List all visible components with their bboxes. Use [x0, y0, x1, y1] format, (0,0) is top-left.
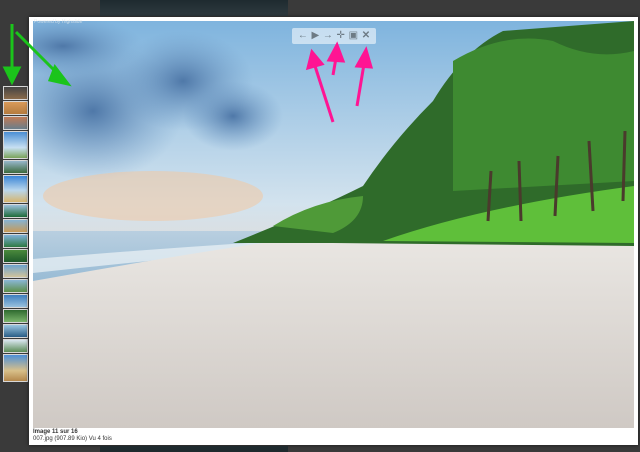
- green-arrow-head: [47, 63, 72, 87]
- green-arrow-head: [2, 66, 22, 86]
- pink-arrow-head: [305, 48, 325, 71]
- annotation-arrows: [2, 24, 374, 123]
- pink-arrow-head: [354, 46, 374, 69]
- pink-arrow-head: [326, 41, 346, 63]
- pink-arrow: [313, 65, 335, 123]
- pink-arrow: [355, 63, 366, 107]
